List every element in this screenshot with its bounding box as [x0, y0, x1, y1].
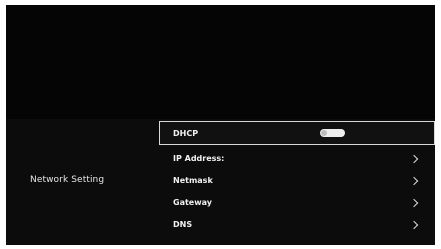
chevron-right-icon [409, 220, 419, 229]
setting-row-netmask[interactable]: Netmask [159, 170, 435, 191]
toggle-icon[interactable] [320, 129, 345, 137]
setting-label-dns: DNS [173, 220, 193, 229]
toggle-knob [321, 130, 327, 136]
setting-row-dhcp[interactable]: DHCP [159, 121, 435, 145]
tv-screen: Network Setting DHCP IP Address: Netmask… [6, 5, 435, 245]
setting-label-dhcp: DHCP [173, 128, 199, 138]
network-settings-panel: Network Setting DHCP IP Address: Netmask… [6, 119, 435, 245]
setting-label-ip-address: IP Address: [173, 154, 225, 163]
chevron-right-icon [409, 154, 419, 163]
setting-label-gateway: Gateway [173, 198, 212, 207]
setting-row-dns[interactable]: DNS [159, 214, 435, 235]
setting-label-netmask: Netmask [173, 176, 213, 185]
chevron-right-icon [409, 198, 419, 207]
section-title: Network Setting [30, 175, 105, 185]
setting-row-gateway[interactable]: Gateway [159, 192, 435, 213]
settings-list: DHCP IP Address: Netmask Gateway DNS [159, 119, 435, 236]
chevron-right-icon [409, 176, 419, 185]
setting-row-ip-address[interactable]: IP Address: [159, 148, 435, 169]
